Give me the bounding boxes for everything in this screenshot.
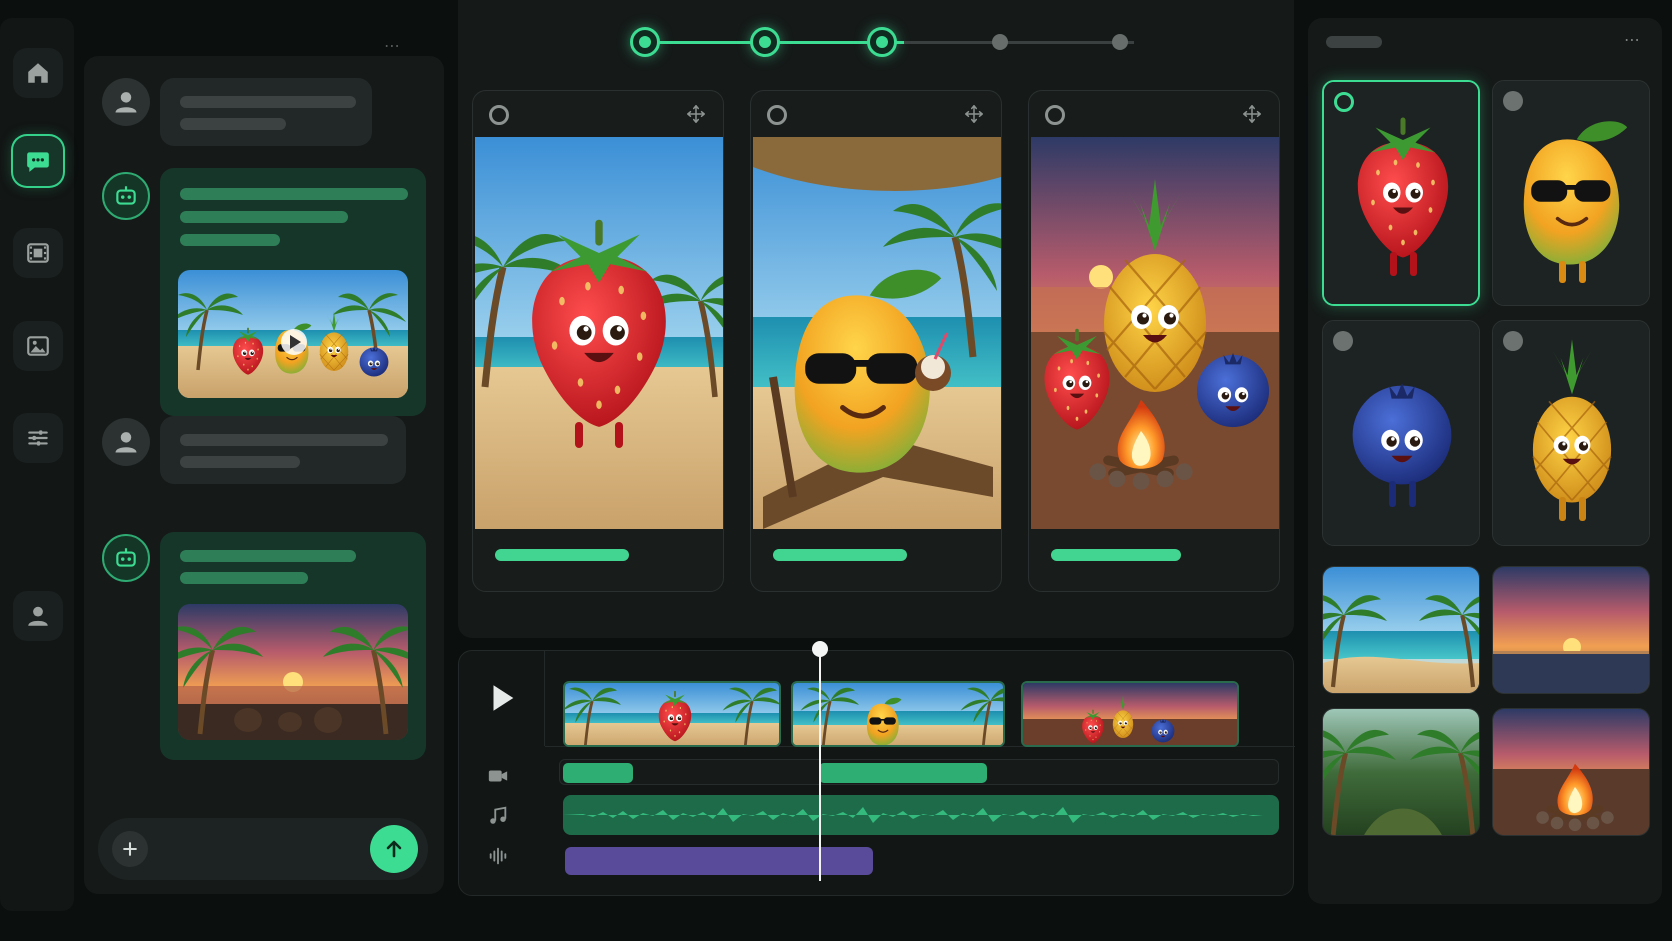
home-icon: [28, 63, 48, 83]
nav-profile-button[interactable]: [13, 591, 63, 641]
asset-select-radio[interactable]: [1334, 92, 1354, 112]
user-avatar: [102, 78, 150, 126]
user-message-bubble: [160, 416, 406, 484]
video-segment[interactable]: [563, 763, 633, 783]
bot-avatar: [102, 534, 150, 582]
user-icon: [115, 92, 137, 113]
nav-home-button[interactable]: [13, 48, 63, 98]
asset-background-jungle[interactable]: [1322, 708, 1480, 836]
scene-select-radio[interactable]: [489, 105, 509, 125]
scene-select-radio[interactable]: [767, 105, 787, 125]
timeline-clip-strawberry[interactable]: [563, 681, 781, 747]
move-icon[interactable]: [1241, 103, 1263, 125]
music-track-toggle[interactable]: [483, 801, 513, 831]
bot-message-bubble: [160, 168, 426, 416]
scene-card[interactable]: [472, 90, 724, 592]
sliders-icon: [28, 430, 48, 446]
robot-icon: [116, 186, 136, 205]
timeline-clip-mango[interactable]: [791, 681, 1005, 747]
timeline-panel: [458, 641, 1295, 896]
camera-icon: [488, 770, 508, 782]
move-icon[interactable]: [963, 103, 985, 125]
nav-video-button[interactable]: [13, 228, 63, 278]
film-icon: [27, 243, 49, 263]
asset-character-mango[interactable]: [1492, 80, 1650, 306]
assets-panel: ⋯: [1308, 18, 1662, 904]
playhead[interactable]: [819, 643, 821, 881]
user-icon: [115, 432, 137, 453]
nav-chat-button[interactable]: [13, 136, 63, 186]
storyboard-panel: [458, 0, 1294, 638]
bot-message-bubble-2: [160, 532, 426, 760]
user-message-bubble: [160, 78, 372, 146]
asset-background-ocean-sunset[interactable]: [1492, 566, 1650, 694]
audio-track-toggle[interactable]: [483, 841, 513, 871]
bot-avatar: [102, 172, 150, 220]
chat-more-icon[interactable]: ⋯: [384, 36, 400, 55]
chat-panel: ⋯: [84, 36, 444, 894]
step-2[interactable]: [750, 27, 780, 57]
plus-icon: [123, 842, 137, 856]
waveform-icon: [489, 847, 507, 865]
asset-select-radio[interactable]: [1503, 331, 1523, 351]
robot-icon: [116, 548, 136, 567]
playhead-handle[interactable]: [812, 641, 828, 657]
play-button[interactable]: [485, 681, 519, 715]
video-segment[interactable]: [819, 763, 987, 783]
video-track-toggle[interactable]: [483, 761, 513, 791]
step-3[interactable]: [867, 27, 897, 57]
asset-background-beach-campfire[interactable]: [1492, 708, 1650, 836]
asset-select-radio[interactable]: [1333, 331, 1353, 351]
scene-image-campfire: [1031, 137, 1279, 529]
scene-caption-bar: [1051, 549, 1181, 561]
chat-icon: [27, 152, 49, 172]
assets-more-icon[interactable]: ⋯: [1624, 30, 1640, 49]
step-5[interactable]: [1112, 34, 1128, 50]
scene-image-strawberry: [475, 137, 723, 529]
music-note-icon: [490, 806, 507, 824]
scene-caption-bar: [495, 549, 629, 561]
music-waveform: [563, 807, 1279, 823]
asset-character-pineapple[interactable]: [1492, 320, 1650, 546]
sunset-thumbnail[interactable]: [178, 604, 408, 740]
user-avatar: [102, 418, 150, 466]
asset-select-radio[interactable]: [1503, 91, 1523, 111]
music-track[interactable]: [563, 795, 1279, 835]
assets-title-placeholder: [1326, 36, 1382, 48]
move-icon[interactable]: [685, 103, 707, 125]
user-icon: [28, 606, 48, 626]
scene-card[interactable]: [1028, 90, 1280, 592]
scene-card[interactable]: [750, 90, 1002, 592]
asset-background-beach-day[interactable]: [1322, 566, 1480, 694]
play-icon: [493, 685, 514, 711]
nav-rail: [0, 18, 74, 911]
nav-settings-button[interactable]: [13, 413, 63, 463]
nav-images-button[interactable]: [13, 321, 63, 371]
asset-character-strawberry[interactable]: [1322, 80, 1480, 306]
timeline-clip-campfire[interactable]: [1021, 681, 1239, 747]
scene-image-mango: [753, 137, 1001, 529]
arrow-up-icon: [386, 840, 402, 858]
image-icon: [27, 336, 49, 356]
asset-character-blueberry[interactable]: [1322, 320, 1480, 546]
beach-group-thumbnail[interactable]: [178, 270, 408, 398]
scene-caption-bar: [773, 549, 907, 561]
send-button[interactable]: [370, 825, 418, 873]
step-4[interactable]: [992, 34, 1008, 50]
add-attachment-button[interactable]: [112, 831, 148, 867]
scene-select-radio[interactable]: [1045, 105, 1065, 125]
step-1[interactable]: [630, 27, 660, 57]
voice-track-segment[interactable]: [565, 847, 873, 875]
message-composer[interactable]: [98, 818, 428, 880]
